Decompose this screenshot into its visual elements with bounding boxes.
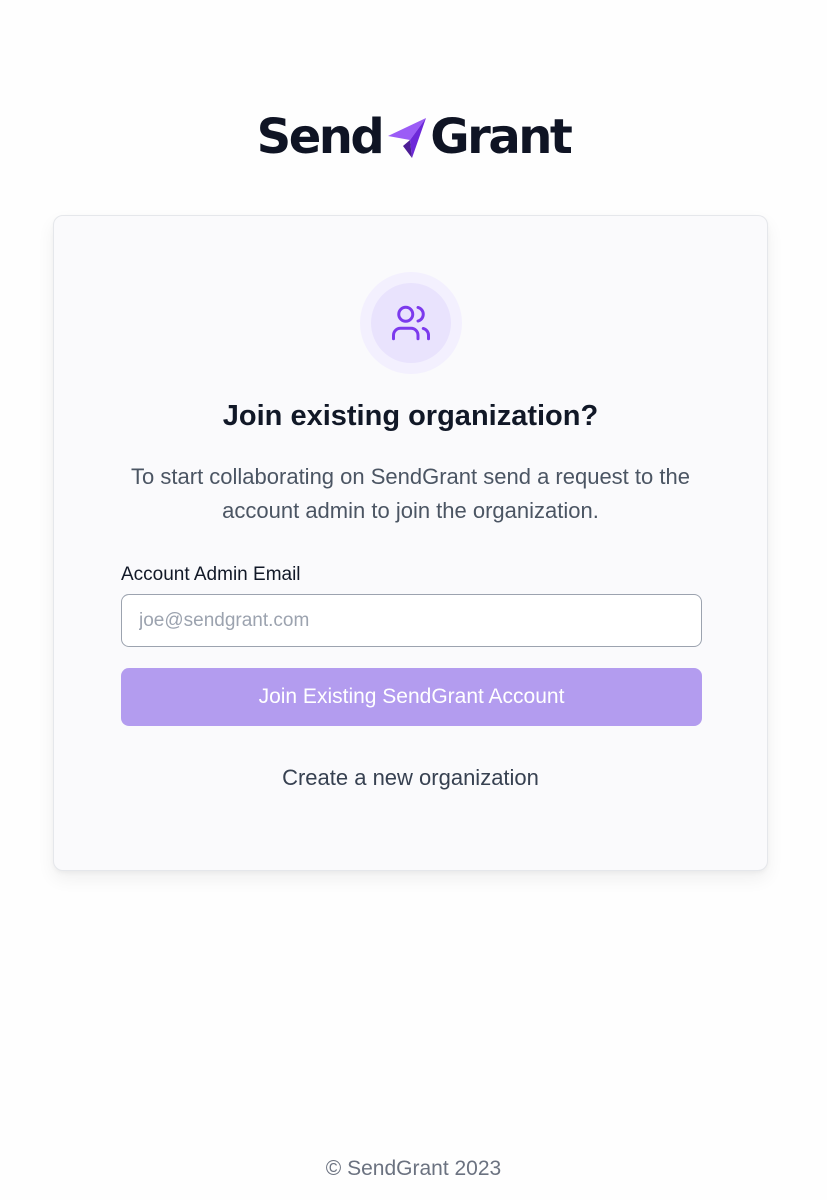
logo-text-send: Send bbox=[256, 109, 385, 165]
footer-copyright: © SendGrant 2023 bbox=[325, 1157, 502, 1180]
join-existing-account-button[interactable]: Join Existing SendGrant Account bbox=[121, 668, 702, 726]
card-description: To start collaborating on SendGrant send… bbox=[131, 464, 690, 523]
icon-badge bbox=[360, 272, 462, 374]
sendgrant-logo: Send Grant bbox=[0, 108, 827, 166]
card-title: Join existing organization? bbox=[222, 400, 599, 432]
join-organization-card: Join existing organization? To start col… bbox=[53, 215, 768, 871]
email-field-label: Account Admin Email bbox=[121, 564, 301, 585]
icon-badge-inner bbox=[371, 283, 451, 363]
logo-text-grant: Grant bbox=[430, 109, 573, 165]
users-icon bbox=[392, 305, 430, 341]
account-admin-email-input[interactable] bbox=[121, 594, 702, 647]
create-new-organization-link[interactable]: Create a new organization bbox=[54, 762, 767, 794]
paper-plane-icon bbox=[386, 114, 428, 160]
